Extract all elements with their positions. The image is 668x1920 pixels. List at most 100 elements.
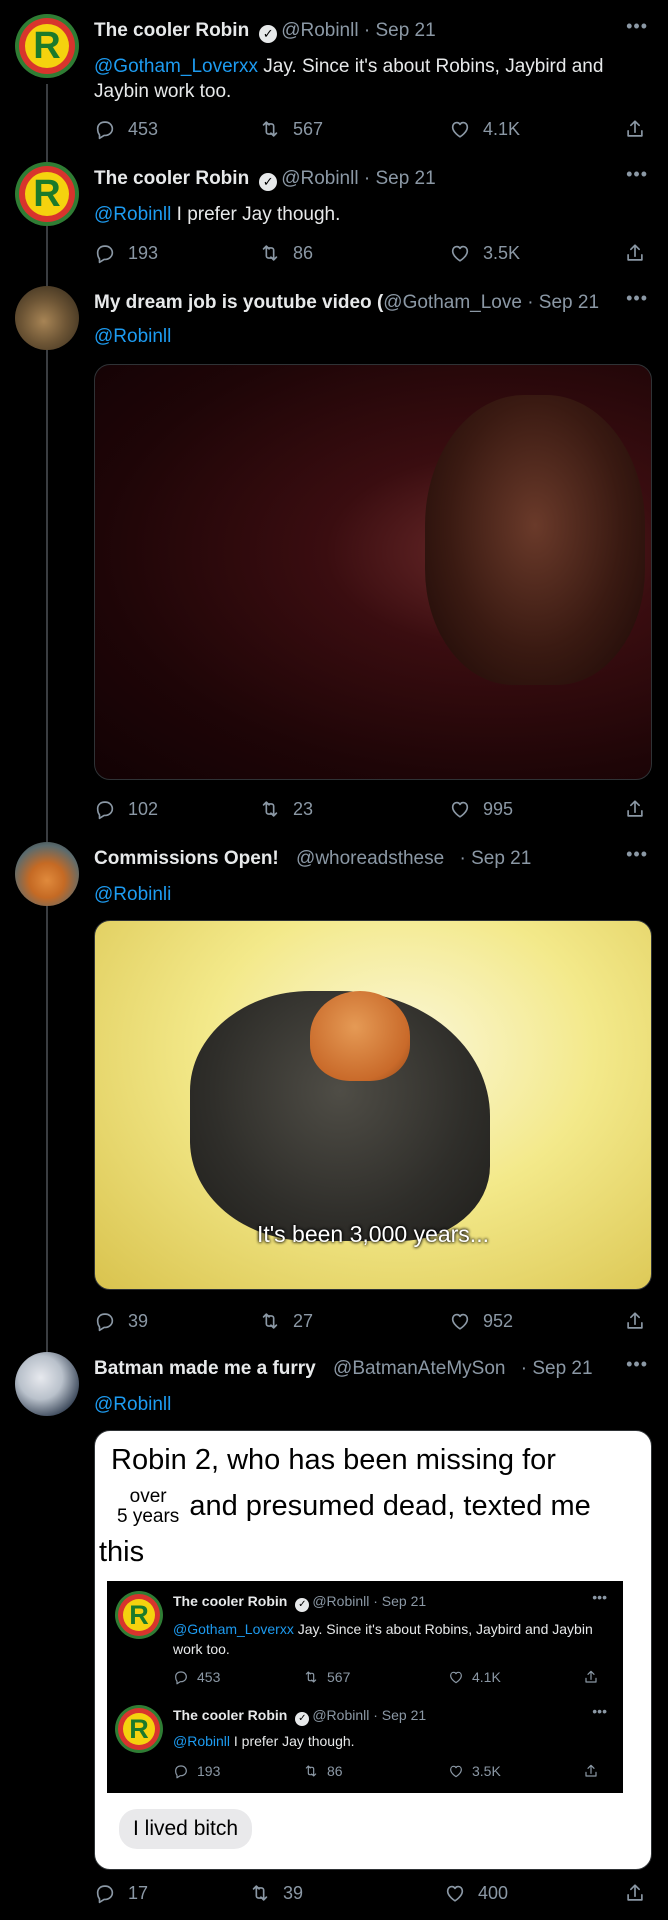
display-name: The cooler Robin: [173, 1593, 288, 1609]
reply-count: 39: [128, 1310, 149, 1331]
meme-caption-part: this: [99, 1536, 145, 1568]
reply-button[interactable]: 102: [94, 798, 158, 820]
tweet-text: @Robinll I prefer Jay though.: [173, 1731, 603, 1751]
like-icon: [448, 1669, 464, 1685]
more-icon[interactable]: •••: [626, 1354, 648, 1375]
tweet-text: @Gotham_Loverxx Jay. Since it's about Ro…: [94, 54, 634, 104]
display-name[interactable]: Batman made me a furry: [94, 1358, 316, 1379]
tweet-actions: 453 567 4.1K: [173, 1669, 603, 1689]
like-count: 952: [483, 1310, 514, 1331]
like-button[interactable]: 3.5K: [449, 242, 520, 264]
reply-button[interactable]: 17: [94, 1882, 148, 1904]
retweet-button[interactable]: 39: [249, 1882, 303, 1904]
timestamp[interactable]: · Sep 21: [364, 20, 436, 41]
tweet[interactable]: R The cooler Robin ✓ @Robinll · Sep 21 •••…: [0, 0, 668, 150]
retweet-count: 39: [283, 1882, 304, 1903]
media-caption: It's been 3,000 years...: [257, 1221, 489, 1247]
like-button[interactable]: 995: [449, 798, 513, 820]
handle[interactable]: @BatmanAteMySon: [333, 1358, 505, 1379]
reply-count: 102: [128, 798, 159, 819]
avatar[interactable]: [15, 1352, 79, 1416]
retweet-button[interactable]: 86: [259, 242, 313, 264]
share-icon: [583, 1669, 599, 1685]
tweet[interactable]: My dream job is youtube video (@Gotham_L…: [0, 272, 668, 832]
mention-link[interactable]: @Robinli: [94, 884, 171, 905]
more-icon: •••: [592, 1703, 607, 1719]
reply-count: 193: [128, 242, 159, 263]
meme-caption: Robin 2, who has been missing for over 5 …: [99, 1437, 639, 1575]
tweet[interactable]: Batman made me a furry @BatmanAteMySon ·…: [0, 1342, 668, 1920]
share-button[interactable]: [624, 798, 646, 820]
retweet-icon: [249, 1882, 271, 1904]
more-icon[interactable]: •••: [626, 164, 648, 185]
display-name[interactable]: The cooler Robin: [94, 168, 249, 189]
tweet[interactable]: Commissions Open! @whoreadsthese · Sep 2…: [0, 832, 668, 1342]
tweet-media-image[interactable]: It's been 3,000 years...: [94, 920, 652, 1290]
verified-badge-icon: ✓: [259, 25, 278, 43]
like-icon: [449, 242, 471, 264]
like-icon: [448, 1763, 464, 1779]
like-button[interactable]: 4.1K: [449, 118, 520, 140]
surprised-face-graphic: [425, 395, 645, 685]
tweet-actions: 453 567 4.1K: [94, 118, 649, 148]
like-count: 4.1K: [483, 118, 521, 139]
timestamp[interactable]: · Sep 21: [364, 168, 436, 189]
avatar[interactable]: R: [15, 14, 79, 78]
tweet[interactable]: R The cooler Robin ✓ @Robinll · Sep 21 •••…: [0, 150, 668, 272]
tweet-text: @Robinli: [94, 882, 634, 907]
reply-button[interactable]: 453: [94, 118, 158, 140]
tweet-media-image[interactable]: Robin 2, who has been missing for over 5 …: [94, 1430, 652, 1870]
retweet-icon: [259, 242, 281, 264]
tweet-header: The cooler Robin ✓ @Robinll · Sep 21: [173, 1593, 426, 1612]
robin-logo: R: [123, 1713, 155, 1745]
handle[interactable]: @Gotham_Love: [383, 292, 522, 313]
tweet-text: @Robinll I prefer Jay though.: [94, 202, 634, 227]
avatar: R: [115, 1705, 163, 1753]
share-icon: [624, 242, 646, 264]
retweet-button[interactable]: 27: [259, 1310, 313, 1332]
reply-icon: [94, 242, 116, 264]
tweet-actions: 39 27 952: [94, 1310, 649, 1340]
display-name[interactable]: My dream job is youtube video (: [94, 292, 383, 313]
more-icon[interactable]: •••: [626, 844, 648, 865]
tweet-actions: 102 23 995: [94, 798, 649, 828]
display-name[interactable]: Commissions Open!: [94, 848, 279, 869]
display-name[interactable]: The cooler Robin: [94, 20, 249, 41]
mention-link[interactable]: @Gotham_Loverxx: [94, 56, 258, 77]
meme-caption-part: and presumed dead, texted me: [189, 1490, 591, 1522]
share-icon: [624, 1310, 646, 1332]
avatar[interactable]: [15, 842, 79, 906]
retweet-button[interactable]: 23: [259, 798, 313, 820]
share-button[interactable]: [624, 242, 646, 264]
reply-button[interactable]: 39: [94, 1310, 148, 1332]
handle[interactable]: @Robinll: [281, 20, 358, 41]
like-button[interactable]: 400: [444, 1882, 508, 1904]
mention-link[interactable]: @Robinll: [94, 326, 171, 347]
mention-link[interactable]: @Robinll: [94, 1394, 171, 1415]
like-button[interactable]: 952: [449, 1310, 513, 1332]
reply-count: 17: [128, 1882, 149, 1903]
timestamp: · Sep 21: [373, 1593, 427, 1609]
timestamp[interactable]: · Sep 21: [527, 292, 599, 313]
mention-link[interactable]: @Robinll: [94, 204, 171, 225]
share-button[interactable]: [624, 1310, 646, 1332]
share-button[interactable]: [624, 1882, 646, 1904]
handle: @Robinll: [312, 1593, 370, 1609]
handle[interactable]: @Robinll: [281, 168, 358, 189]
share-button[interactable]: [624, 118, 646, 140]
more-icon[interactable]: •••: [626, 288, 648, 309]
tweet-media-image[interactable]: [94, 364, 652, 780]
tweet-text: @Gotham_Loverxx Jay. Since it's about Ro…: [173, 1619, 603, 1659]
more-icon[interactable]: •••: [626, 16, 648, 37]
reply-button[interactable]: 193: [94, 242, 158, 264]
avatar[interactable]: R: [15, 162, 79, 226]
timestamp[interactable]: · Sep 21: [459, 848, 531, 869]
retweet-button[interactable]: 567: [259, 118, 323, 140]
verified-badge-icon: ✓: [295, 1712, 310, 1726]
handle[interactable]: @whoreadsthese: [296, 848, 444, 869]
like-count: 995: [483, 798, 514, 819]
tweet-header: My dream job is youtube video (@Gotham_L…: [94, 292, 599, 314]
reply-icon: [94, 1882, 116, 1904]
avatar[interactable]: [15, 286, 79, 350]
timestamp[interactable]: · Sep 21: [521, 1358, 593, 1379]
